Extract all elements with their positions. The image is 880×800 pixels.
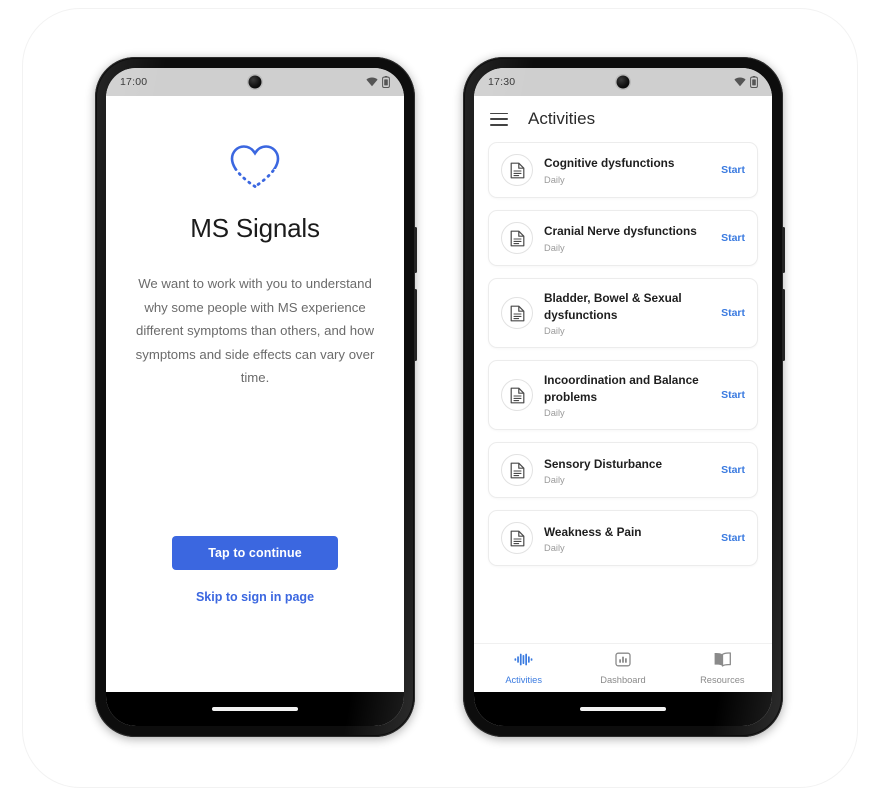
activity-text: Incoordination and Balance problems Dail…	[544, 372, 704, 418]
activity-frequency: Daily	[544, 242, 565, 253]
activity-title: Bladder, Bowel & Sexual dysfunctions	[544, 291, 682, 323]
app-title: MS Signals	[190, 213, 320, 243]
nav-label: Resources	[700, 674, 745, 685]
activity-title: Weakness & Pain	[544, 524, 642, 539]
gesture-navigation-bar	[106, 692, 404, 726]
app-bar: Activities	[474, 96, 772, 142]
wifi-icon	[366, 77, 378, 87]
page-title: Activities	[528, 109, 596, 128]
document-icon	[501, 154, 533, 186]
nav-item-dashboard[interactable]: Dashboard	[573, 652, 672, 685]
status-bar: 17:00	[106, 68, 404, 96]
start-button[interactable]: Start	[715, 232, 745, 244]
activity-frequency: Daily	[544, 474, 565, 485]
bottom-navigation-bar: Activities Dashboard Resources	[474, 643, 772, 692]
activity-card[interactable]: Incoordination and Balance problems Dail…	[488, 360, 758, 431]
wifi-icon	[734, 77, 746, 87]
activity-title: Cognitive dysfunctions	[544, 156, 675, 171]
open-book-icon	[713, 651, 732, 672]
volume-button[interactable]	[782, 289, 785, 361]
activity-card[interactable]: Cognitive dysfunctions Daily Start	[488, 142, 758, 198]
heart-dashed-icon	[229, 144, 281, 195]
front-camera-punch-hole	[248, 75, 262, 89]
phone-device-activities: 17:30 Activities Cognitive dysfunctions …	[463, 57, 785, 737]
status-time: 17:00	[120, 76, 148, 88]
activity-title: Cranial Nerve dysfunctions	[544, 224, 697, 239]
front-camera-punch-hole	[616, 75, 630, 89]
status-bar: 17:30	[474, 68, 772, 96]
activity-card[interactable]: Sensory Disturbance Daily Start	[488, 442, 758, 499]
activity-frequency: Daily	[544, 408, 565, 419]
document-icon	[501, 297, 533, 330]
status-time: 17:30	[488, 76, 516, 88]
gesture-navigation-bar	[474, 692, 772, 726]
activity-text: Sensory Disturbance Daily	[544, 456, 704, 485]
phone-screen-activities: 17:30 Activities Cognitive dysfunctions …	[474, 68, 772, 726]
activity-card[interactable]: Cranial Nerve dysfunctions Daily Start	[488, 210, 758, 266]
hamburger-menu-icon[interactable]	[490, 112, 508, 126]
battery-icon	[750, 76, 758, 88]
start-button[interactable]: Start	[715, 307, 745, 319]
tap-to-continue-button[interactable]: Tap to continue	[172, 536, 338, 570]
nav-item-resources[interactable]: Resources	[673, 651, 772, 685]
bar-chart-icon	[615, 652, 631, 672]
activity-text: Cranial Nerve dysfunctions Daily	[544, 223, 704, 252]
phone-screen-welcome: 17:00 MS Signals We want to work with yo…	[106, 68, 404, 726]
document-icon	[501, 222, 533, 254]
activity-title: Incoordination and Balance problems	[544, 373, 699, 405]
document-icon	[501, 454, 533, 487]
skip-to-sign-in-link[interactable]: Skip to sign in page	[196, 590, 314, 604]
activity-card-list[interactable]: Cognitive dysfunctions Daily Start Crani…	[474, 142, 772, 643]
status-icons	[734, 76, 758, 88]
activity-frequency: Daily	[544, 174, 565, 185]
start-button[interactable]: Start	[715, 164, 745, 176]
power-button[interactable]	[414, 227, 417, 273]
activity-text: Cognitive dysfunctions Daily	[544, 155, 704, 184]
activity-card[interactable]: Weakness & Pain Daily Start	[488, 510, 758, 567]
activities-app: Activities Cognitive dysfunctions Daily …	[474, 96, 772, 692]
welcome-body-text: We want to work with you to understand w…	[135, 276, 375, 385]
activity-text: Weakness & Pain Daily	[544, 524, 704, 553]
nav-item-activities[interactable]: Activities	[474, 652, 573, 685]
activity-title: Sensory Disturbance	[544, 456, 663, 471]
two-phone-mockup-stage: 17:00 MS Signals We want to work with yo…	[0, 0, 880, 800]
battery-icon	[382, 76, 390, 88]
phone-device-welcome: 17:00 MS Signals We want to work with yo…	[95, 57, 417, 737]
home-indicator[interactable]	[580, 707, 666, 711]
start-button[interactable]: Start	[715, 389, 745, 401]
activity-card[interactable]: Bladder, Bowel & Sexual dysfunctions Dai…	[488, 278, 758, 349]
nav-label: Dashboard	[600, 674, 646, 685]
activity-frequency: Daily	[544, 542, 565, 553]
power-button[interactable]	[782, 227, 785, 273]
document-icon	[501, 379, 533, 412]
volume-button[interactable]	[414, 289, 417, 361]
status-icons	[366, 76, 390, 88]
nav-label: Activities	[505, 674, 542, 685]
start-button[interactable]: Start	[715, 464, 745, 476]
welcome-content: MS Signals We want to work with you to u…	[106, 96, 404, 692]
document-icon	[501, 522, 533, 555]
activity-frequency: Daily	[544, 326, 565, 337]
home-indicator[interactable]	[212, 707, 298, 711]
activity-text: Bladder, Bowel & Sexual dysfunctions Dai…	[544, 290, 704, 336]
waveform-icon	[514, 652, 533, 672]
start-button[interactable]: Start	[715, 532, 745, 544]
